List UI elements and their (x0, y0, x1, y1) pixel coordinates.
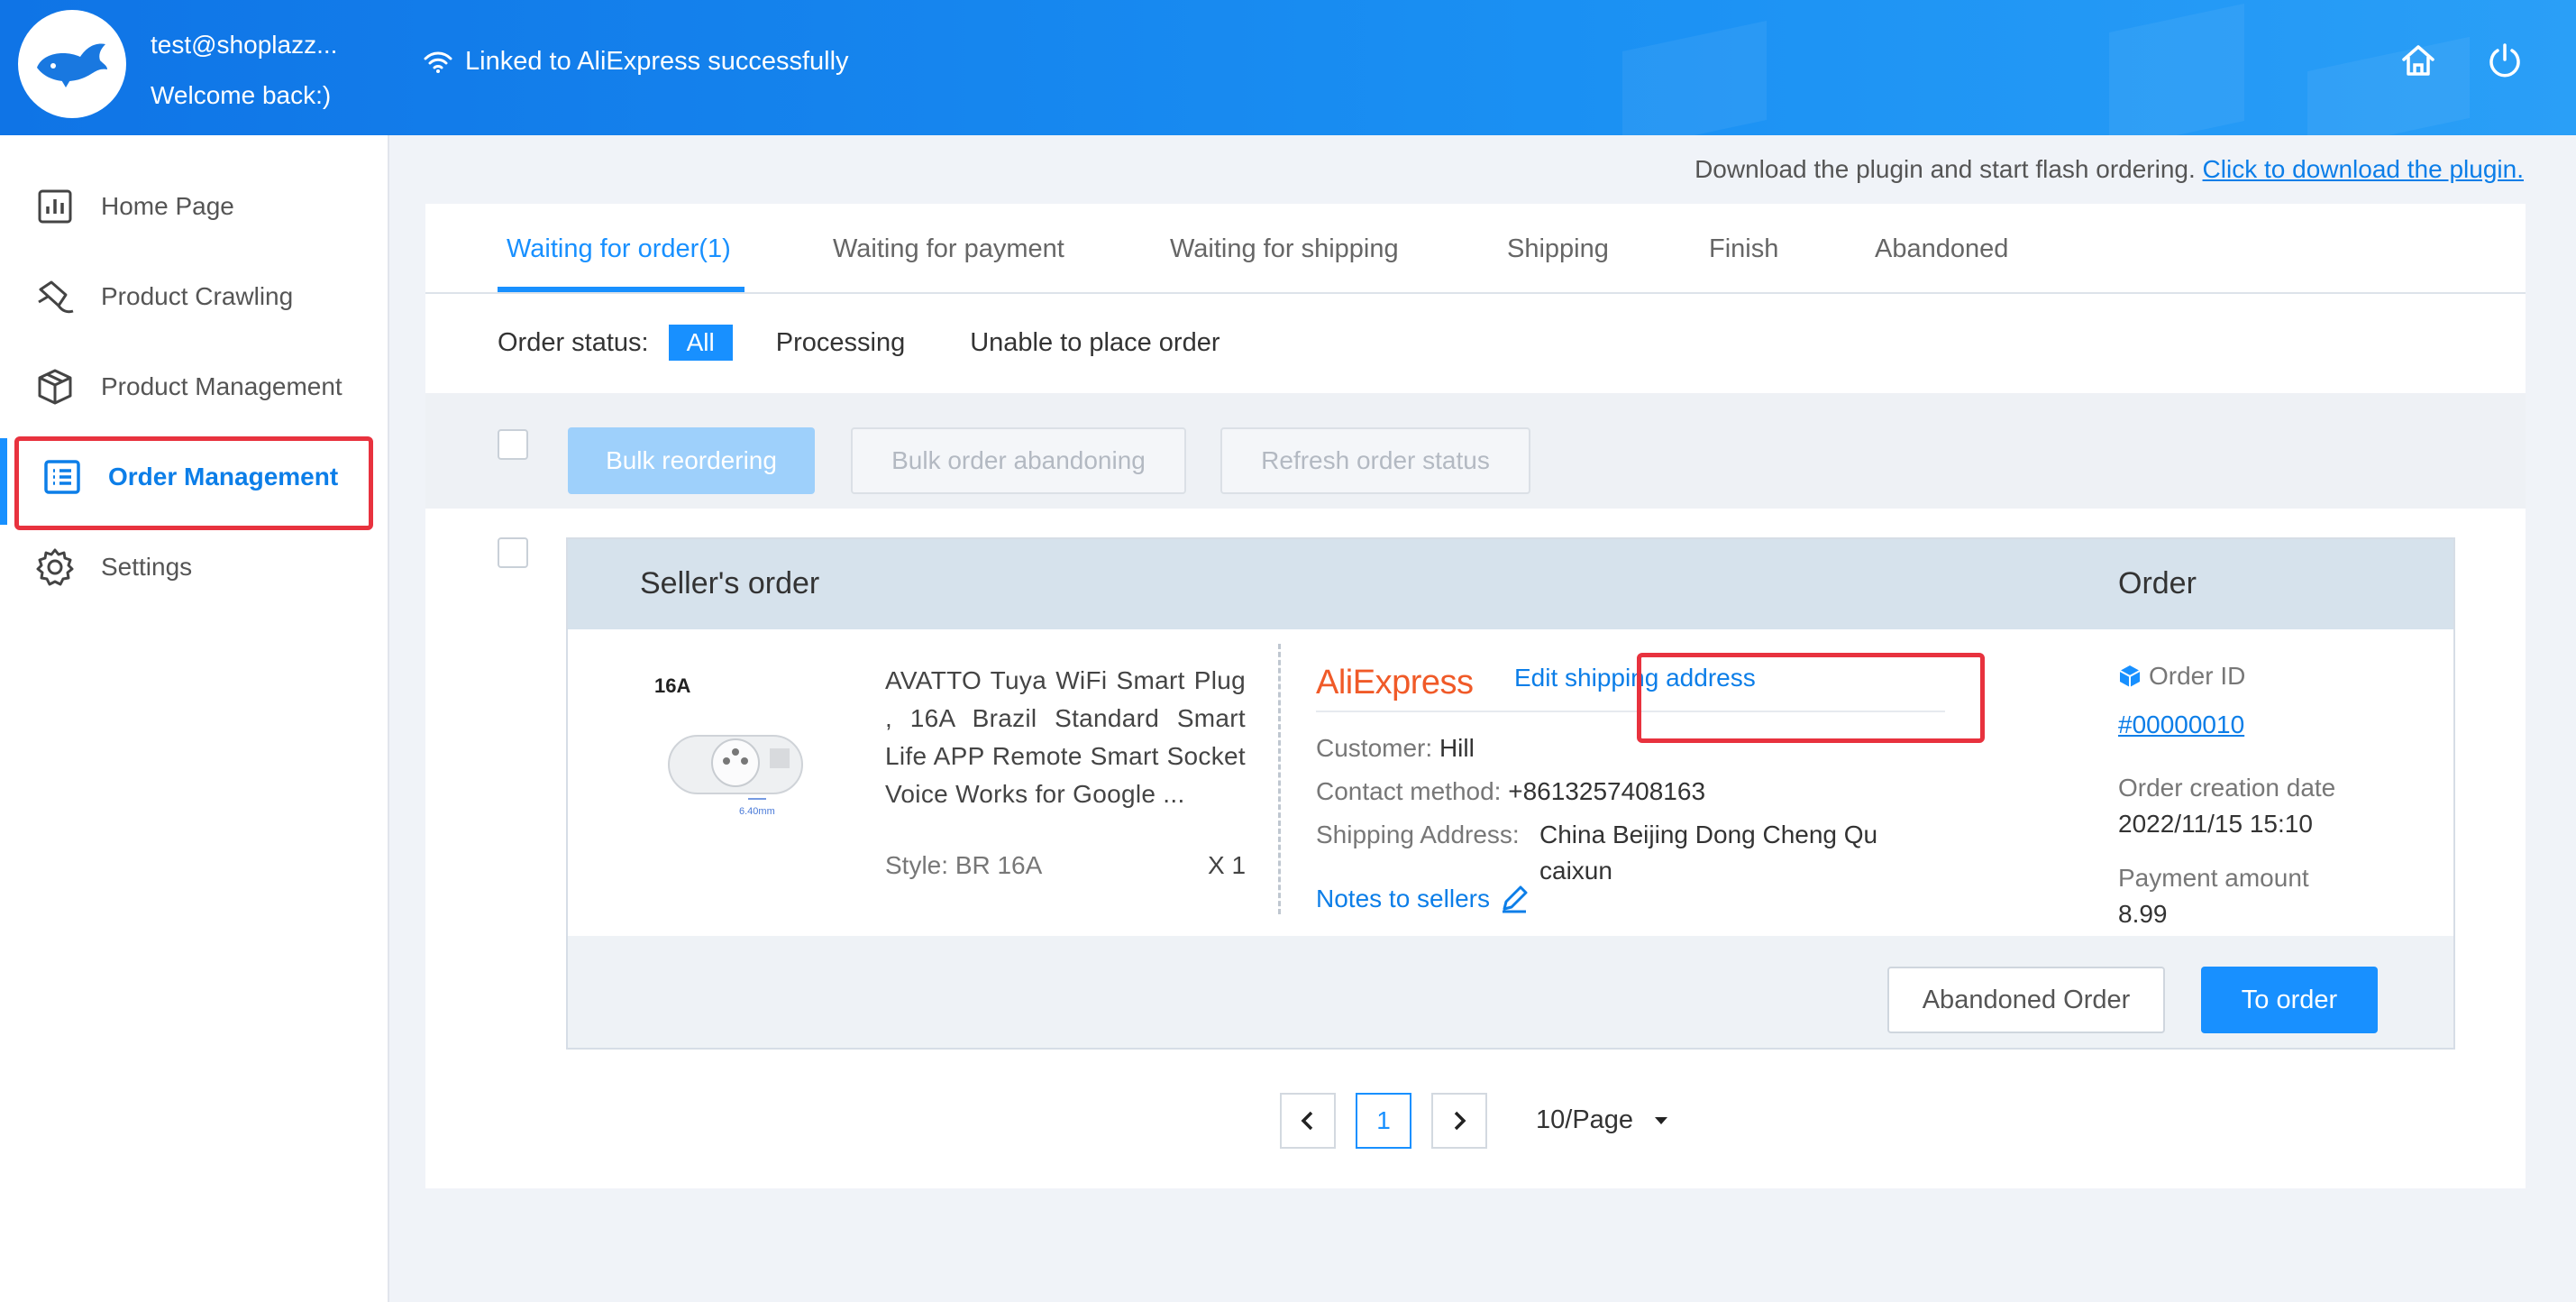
sidebar-item-settings[interactable]: Settings (0, 527, 388, 608)
page-number-button[interactable]: 1 (1356, 1093, 1411, 1149)
status-option-unable[interactable]: Unable to place order (970, 328, 1219, 358)
select-all-checkbox[interactable] (498, 429, 528, 460)
order-id-link[interactable]: #00000010 (2118, 711, 2244, 739)
style-label: Style: (885, 851, 949, 879)
order-heading: Order (2118, 566, 2197, 601)
abandon-order-button[interactable]: Abandoned Order (1887, 967, 2165, 1033)
sidebar-item-label: Product Crawling (101, 282, 294, 310)
welcome-text: Welcome back:) (151, 81, 332, 109)
next-page-button[interactable] (1431, 1093, 1487, 1149)
status-option-all[interactable]: All (668, 325, 733, 361)
seller-order-heading: Seller's order (640, 566, 820, 601)
home-icon (2402, 45, 2434, 76)
download-text: Download the plugin and start flash orde… (1694, 155, 2196, 183)
page-size-value: 10/Page (1536, 1105, 1634, 1134)
sidebar-item-label: Home Page (101, 192, 234, 220)
orders-panel: Waiting for order(1) Waiting for payment… (425, 204, 2526, 1188)
pencil-icon (1502, 885, 1528, 913)
status-filter: Order status: All Processing Unable to p… (498, 323, 1220, 362)
sidebar-item-product-management[interactable]: Product Management (0, 346, 388, 427)
smart-plug-image (668, 735, 803, 800)
order-checkbox[interactable] (498, 537, 528, 568)
sidebar-item-home[interactable]: Home Page (0, 166, 388, 247)
sidebar-item-label: Settings (101, 553, 193, 581)
caret-down-icon (1655, 1116, 1668, 1124)
box-icon (32, 364, 78, 409)
download-notice: Download the plugin and start flash orde… (1694, 155, 2524, 184)
address-line-2: caixun (1539, 857, 1612, 885)
address-line-2-text: caixun (1539, 857, 1612, 885)
crawl-icon (32, 274, 78, 319)
header-decoration (2307, 36, 2470, 135)
gear-icon (32, 545, 78, 590)
notes-label: Notes to sellers (1316, 885, 1490, 912)
link-status: Linked to AliExpress successfully (424, 47, 849, 77)
order-id-label-text: Order ID (2149, 662, 2246, 690)
address-label: Shipping Address: (1316, 821, 1520, 848)
link-status-text: Linked to AliExpress successfully (465, 47, 849, 76)
order-card-footer (568, 936, 2453, 1048)
wifi-icon (424, 51, 452, 73)
power-icon (2489, 43, 2520, 78)
highlight-box (1637, 653, 1985, 743)
active-tab-underline (498, 287, 744, 292)
product-title[interactable]: AVATTO Tuya WiFi Smart Plug , 16A Brazil… (885, 662, 1246, 813)
address-line-1: China Beijing Dong Cheng Qu (1539, 821, 1877, 849)
logout-button[interactable] (2482, 38, 2527, 83)
product-quantity: X 1 (1208, 851, 1247, 879)
aliexpress-logo: AliExpress (1316, 664, 1474, 701)
status-option-processing[interactable]: Processing (776, 328, 905, 358)
order-date-label: Order creation date (2118, 774, 2336, 802)
home-button[interactable] (2396, 38, 2441, 83)
order-date-value: 2022/11/15 15:10 (2118, 810, 2313, 838)
page-size-select[interactable]: 10/Page (1536, 1105, 1669, 1135)
contact-value: +8613257408163 (1508, 777, 1706, 805)
bulk-abandon-button[interactable]: Bulk order abandoning (851, 427, 1186, 494)
contact-label: Contact method: (1316, 777, 1502, 805)
product-style: Style: BR 16A (885, 851, 1042, 880)
highlight-box (14, 436, 373, 530)
avatar[interactable] (18, 10, 126, 118)
chevron-left-icon (1301, 1111, 1313, 1131)
tab-waiting-for-payment[interactable]: Waiting for payment (833, 234, 1064, 264)
tab-waiting-for-order[interactable]: Waiting for order(1) (507, 234, 731, 264)
order-tabs: Waiting for order(1) Waiting for payment… (425, 204, 2526, 294)
status-label: Order status: (498, 327, 649, 357)
customer-label: Customer: (1316, 734, 1433, 762)
sidebar-item-label: Product Management (101, 372, 343, 400)
download-link[interactable]: Click to download the plugin. (2203, 155, 2524, 183)
image-caption: 6.40mm (739, 806, 775, 817)
order-card: Seller's order Order 16A 6.40mm AVATTO T… (566, 537, 2455, 1050)
whale-logo-icon (37, 43, 107, 87)
top-header: test@shoplazz... Welcome back:) Linked t… (0, 0, 2576, 135)
address-line-1-text: China Beijing Dong Cheng Qu (1539, 821, 1878, 848)
cube-icon (2119, 665, 2141, 687)
to-order-button[interactable]: To order (2201, 967, 2378, 1033)
chevron-right-icon (1454, 1111, 1466, 1131)
tab-abandoned[interactable]: Abandoned (1875, 234, 2008, 264)
tab-waiting-for-shipping[interactable]: Waiting for shipping (1170, 234, 1399, 264)
order-id-label: Order ID (2118, 662, 2245, 691)
tab-shipping[interactable]: Shipping (1507, 234, 1609, 264)
product-badge: 16A (654, 674, 691, 697)
bulk-reorder-button[interactable]: Bulk reordering (568, 427, 815, 494)
contact-row: Contact method: +8613257408163 (1316, 777, 1705, 806)
chart-icon (32, 184, 78, 229)
customer-row: Customer: Hill (1316, 734, 1475, 763)
product-image[interactable]: 16A 6.40mm (649, 665, 811, 846)
sidebar-item-product-crawling[interactable]: Product Crawling (0, 256, 388, 337)
style-value: BR 16A (955, 851, 1043, 879)
prev-page-button[interactable] (1280, 1093, 1336, 1149)
header-decoration (1622, 20, 1767, 135)
tab-finish[interactable]: Finish (1709, 234, 1778, 264)
refresh-status-button[interactable]: Refresh order status (1220, 427, 1530, 494)
payment-amount-value: 8.99 (2118, 900, 2168, 928)
payment-amount-label: Payment amount (2118, 864, 2309, 892)
notes-to-sellers-link[interactable]: Notes to sellers (1316, 884, 1530, 914)
order-card-header: Seller's order Order (568, 539, 2453, 629)
dashed-divider (1278, 644, 1281, 914)
customer-value: Hill (1439, 734, 1475, 762)
user-email: test@shoplazz... (151, 31, 338, 59)
header-decoration (2109, 4, 2244, 135)
